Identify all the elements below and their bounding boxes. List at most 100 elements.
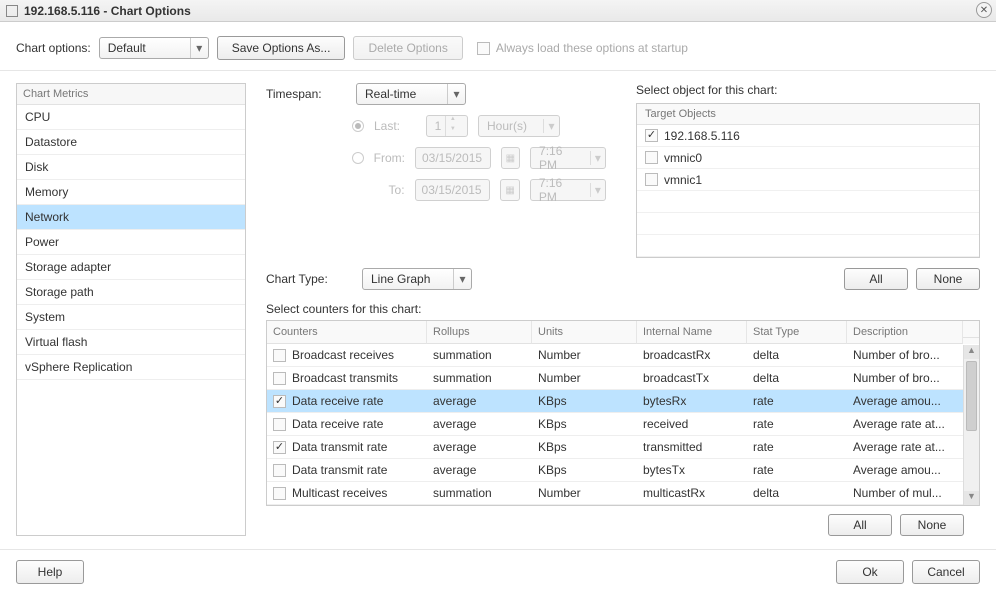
checkbox-icon[interactable] <box>645 151 658 164</box>
counter-rollup: average <box>427 390 532 413</box>
counters-scrollbar[interactable]: ▲ ▼ <box>963 345 979 505</box>
counter-units: KBps <box>532 390 637 413</box>
counters-header-row: Counters Rollups Units Internal Name Sta… <box>267 321 979 344</box>
checkbox-icon[interactable] <box>273 349 286 362</box>
checkbox-icon[interactable] <box>273 441 286 454</box>
cancel-button[interactable]: Cancel <box>912 560 980 584</box>
counter-internal: broadcastRx <box>637 344 747 367</box>
dialog-footer: Help Ok Cancel <box>0 549 996 594</box>
window-icon <box>6 5 18 17</box>
metric-item-power[interactable]: Power <box>17 230 245 255</box>
counter-name: Broadcast receives <box>292 348 394 362</box>
metric-item-network[interactable]: Network <box>17 205 245 230</box>
counter-internal: received <box>637 413 747 436</box>
counters-all-button[interactable]: All <box>828 514 892 536</box>
always-load-checkbox[interactable]: Always load these options at startup <box>477 41 688 55</box>
counter-row[interactable]: Multicast receivessummationNumbermultica… <box>267 482 979 505</box>
col-stat[interactable]: Stat Type <box>747 321 847 344</box>
counter-desc: Average rate at... <box>847 436 963 459</box>
counter-row[interactable]: Data transmit rateaverageKBpstransmitted… <box>267 436 979 459</box>
chart-metrics-header: Chart Metrics <box>17 84 245 105</box>
col-internal[interactable]: Internal Name <box>637 321 747 344</box>
timespan-block: Timespan: Real-time ▾ Last: 1 ▲▼ Ho <box>266 83 606 258</box>
counter-rollup: average <box>427 436 532 459</box>
col-units[interactable]: Units <box>532 321 637 344</box>
counter-internal: transmitted <box>637 436 747 459</box>
objects-all-button[interactable]: All <box>844 268 908 290</box>
col-rollups[interactable]: Rollups <box>427 321 532 344</box>
checkbox-icon[interactable] <box>273 372 286 385</box>
ok-button[interactable]: Ok <box>836 560 904 584</box>
checkbox-icon[interactable] <box>273 395 286 408</box>
counter-name: Multicast receives <box>292 486 387 500</box>
target-object-row[interactable]: vmnic1 <box>637 169 979 191</box>
always-load-label: Always load these options at startup <box>496 41 688 55</box>
title-bar: 192.168.5.116 - Chart Options ✕ <box>0 0 996 22</box>
to-time-select: 7:16 PM ▾ <box>530 179 606 201</box>
empty-row <box>637 235 979 257</box>
options-toolbar: Chart options: Default ▾ Save Options As… <box>0 22 996 71</box>
counter-row[interactable]: Data transmit rateaverageKBpsbytesTxrate… <box>267 459 979 482</box>
empty-row <box>637 213 979 235</box>
metric-item-cpu[interactable]: CPU <box>17 105 245 130</box>
chart-type-select[interactable]: Line Graph ▾ <box>362 268 472 290</box>
counter-stat: rate <box>747 459 847 482</box>
metric-item-datastore[interactable]: Datastore <box>17 130 245 155</box>
counter-units: Number <box>532 367 637 390</box>
help-button[interactable]: Help <box>16 560 84 584</box>
counter-row[interactable]: Broadcast receivessummationNumberbroadca… <box>267 344 979 367</box>
checkbox-icon[interactable] <box>645 173 658 186</box>
target-object-row[interactable]: 192.168.5.116 <box>637 125 979 147</box>
counter-desc: Number of mul... <box>847 482 963 505</box>
objects-none-button[interactable]: None <box>916 268 980 290</box>
metric-item-system[interactable]: System <box>17 305 245 330</box>
col-counters[interactable]: Counters <box>267 321 427 344</box>
calendar-icon: ▦ <box>500 179 519 201</box>
counters-table: Counters Rollups Units Internal Name Sta… <box>266 320 980 506</box>
counter-units: KBps <box>532 413 637 436</box>
metric-item-disk[interactable]: Disk <box>17 155 245 180</box>
counter-rollup: average <box>427 413 532 436</box>
target-object-row[interactable]: vmnic0 <box>637 147 979 169</box>
counter-units: KBps <box>532 459 637 482</box>
metric-item-virtual-flash[interactable]: Virtual flash <box>17 330 245 355</box>
chart-type-value: Line Graph <box>363 272 453 286</box>
counter-row[interactable]: Data receive rateaverageKBpsbytesRxrateA… <box>267 390 979 413</box>
from-time-select: 7:16 PM ▾ <box>530 147 606 169</box>
counters-none-button[interactable]: None <box>900 514 964 536</box>
last-label: Last: <box>374 119 400 133</box>
counter-internal: bytesRx <box>637 390 747 413</box>
window-title: 192.168.5.116 - Chart Options <box>24 4 191 18</box>
checkbox-icon[interactable] <box>273 418 286 431</box>
counter-name: Data transmit rate <box>292 440 387 454</box>
counter-desc: Number of bro... <box>847 367 963 390</box>
chart-options-value: Default <box>100 41 190 55</box>
scroll-thumb[interactable] <box>966 361 977 431</box>
metric-item-vsphere-replication[interactable]: vSphere Replication <box>17 355 245 380</box>
counter-rollup: summation <box>427 482 532 505</box>
save-options-as-button[interactable]: Save Options As... <box>217 36 346 60</box>
metric-item-memory[interactable]: Memory <box>17 180 245 205</box>
col-description[interactable]: Description <box>847 321 963 344</box>
metric-item-storage-adapter[interactable]: Storage adapter <box>17 255 245 280</box>
scroll-up-icon[interactable]: ▲ <box>964 345 979 359</box>
chart-metrics-panel: Chart Metrics CPUDatastoreDiskMemoryNetw… <box>16 83 246 536</box>
checkbox-icon[interactable] <box>273 464 286 477</box>
counter-units: Number <box>532 482 637 505</box>
counter-row[interactable]: Data receive rateaverageKBpsreceivedrate… <box>267 413 979 436</box>
select-counters-label: Select counters for this chart: <box>266 302 980 316</box>
close-button[interactable]: ✕ <box>976 2 992 18</box>
scroll-down-icon[interactable]: ▼ <box>964 491 979 505</box>
counter-row[interactable]: Broadcast transmitssummationNumberbroadc… <box>267 367 979 390</box>
counter-stat: delta <box>747 344 847 367</box>
metric-item-storage-path[interactable]: Storage path <box>17 280 245 305</box>
counter-stat: rate <box>747 436 847 459</box>
counter-name: Data receive rate <box>292 394 383 408</box>
checkbox-icon[interactable] <box>645 129 658 142</box>
timespan-select[interactable]: Real-time ▾ <box>356 83 466 105</box>
counter-rollup: summation <box>427 367 532 390</box>
checkbox-icon[interactable] <box>273 487 286 500</box>
delete-options-button: Delete Options <box>353 36 462 60</box>
last-value-input: 1 ▲▼ <box>426 115 468 137</box>
chart-options-select[interactable]: Default ▾ <box>99 37 209 59</box>
